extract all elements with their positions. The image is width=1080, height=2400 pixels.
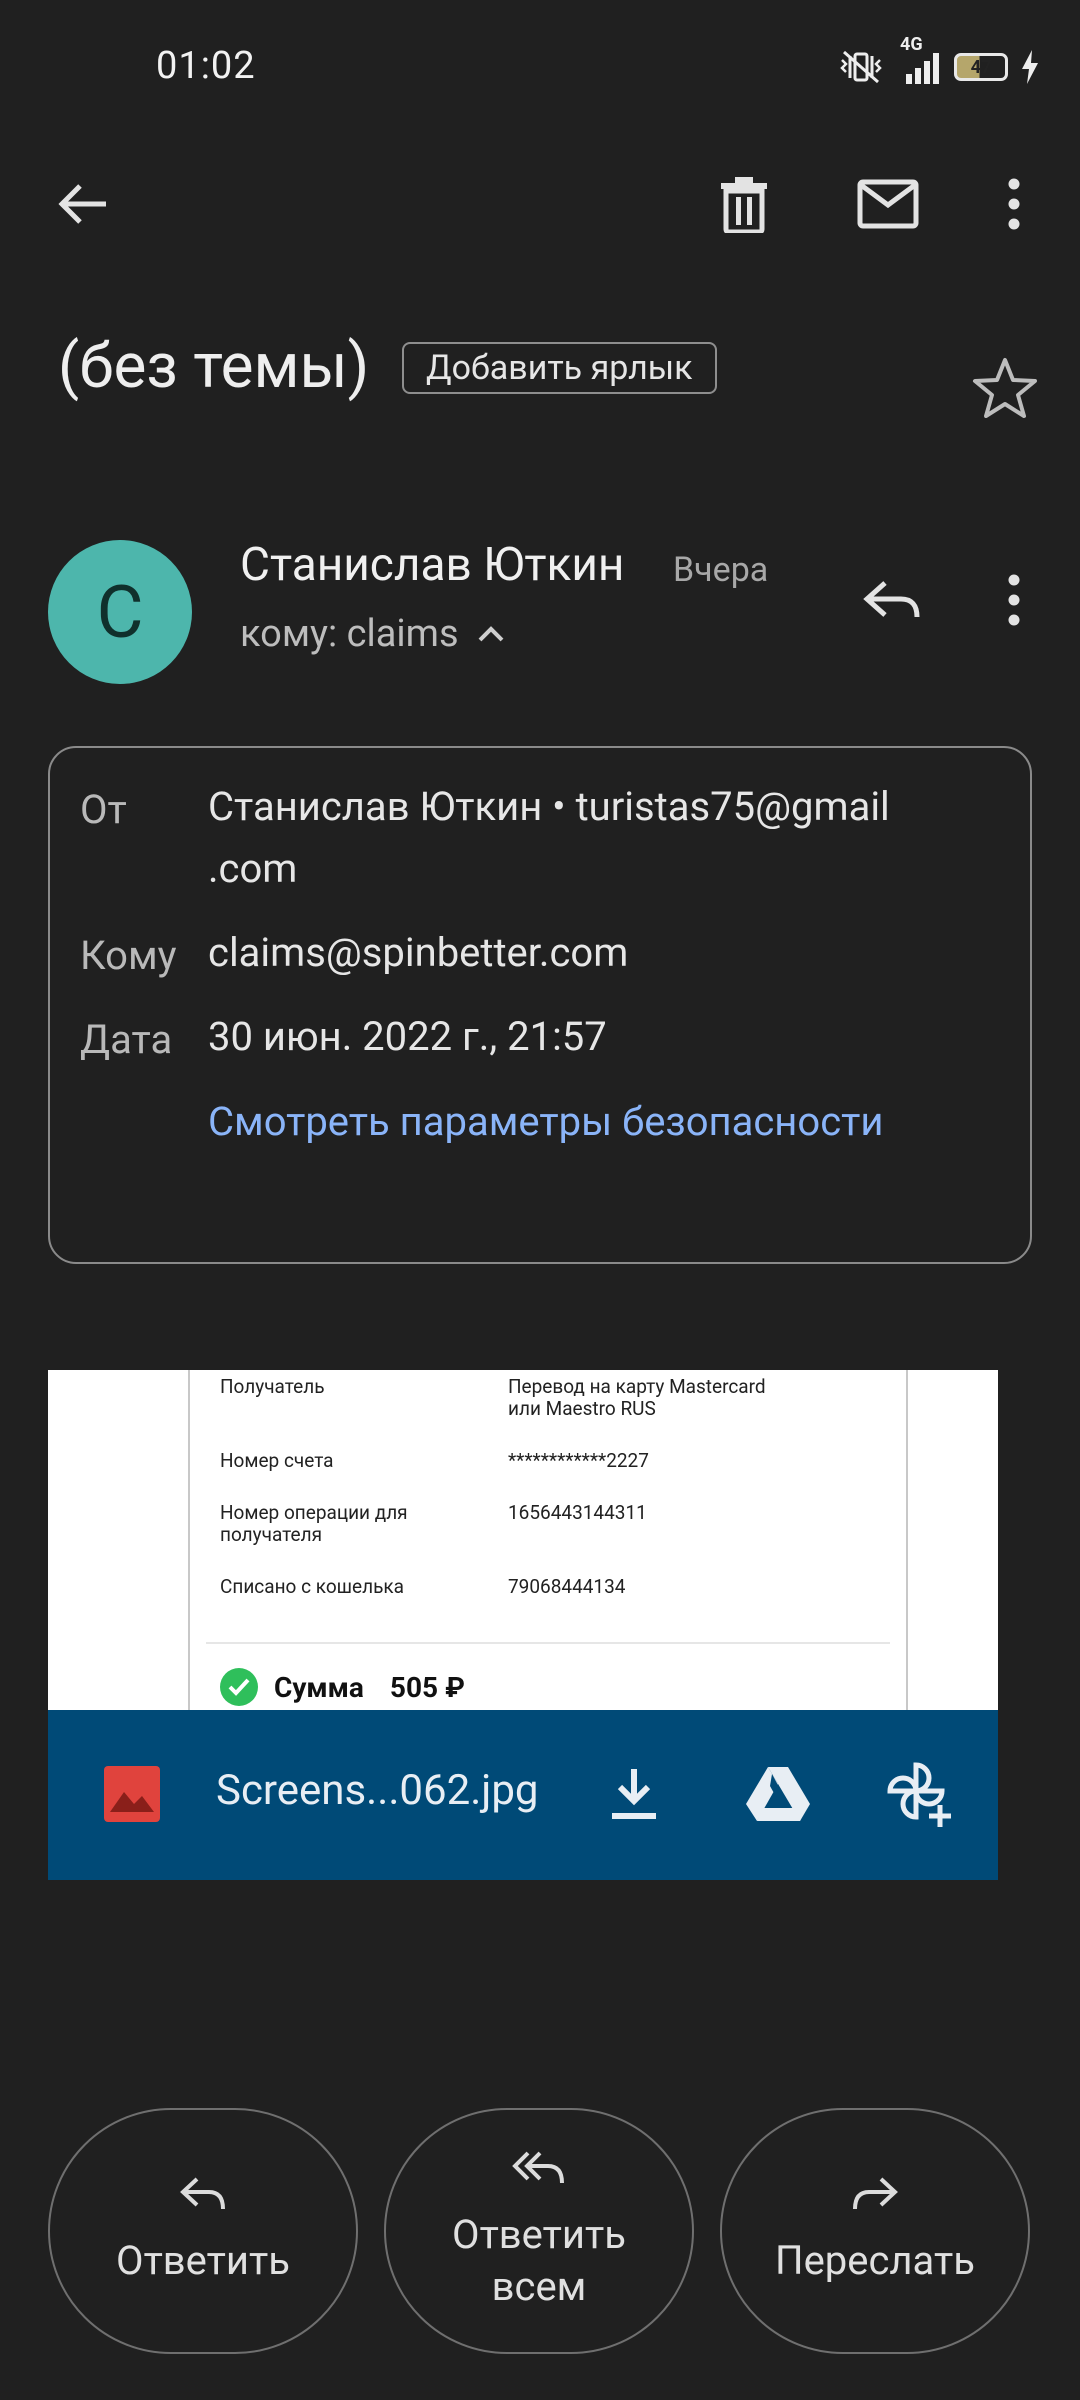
forward-button[interactable]: Переслать (720, 2108, 1030, 2354)
from-label: От (80, 786, 127, 833)
status-icons: 4G 47 (836, 34, 1040, 86)
receipt-recipient-label: Получатель (220, 1375, 325, 1398)
sender-avatar[interactable]: С (48, 540, 192, 684)
message-date-short: Вчера (673, 550, 769, 590)
reply-button-label: Ответить (116, 2237, 290, 2284)
download-button[interactable] (588, 1748, 680, 1840)
forward-icon (853, 2177, 898, 2210)
date-value: 30 июн. 2022 г., 21:57 (208, 1013, 607, 1060)
forward-button-label: Переслать (775, 2237, 975, 2284)
receipt-sum-label: Сумма (274, 1670, 364, 1704)
reply-all-button-label: Ответить всем (452, 2209, 626, 2313)
save-to-drive-button[interactable] (728, 1748, 828, 1840)
receipt-operation-value: 1656443144311 (508, 1501, 647, 1524)
mute-vibrate-icon (836, 48, 886, 86)
attachment-filename: Screens...062.jpg (216, 1766, 539, 1815)
more-vert-icon (1008, 574, 1020, 626)
sender-name: Станислав Юткин (240, 538, 625, 592)
add-to-photos-button[interactable] (870, 1746, 970, 1842)
attachment-card[interactable]: Получатель Перевод на карту Mastercard и… (48, 1370, 998, 1880)
receipt-recipient-value: Перевод на карту Mastercard или Maestro … (508, 1376, 766, 1420)
trash-icon (721, 177, 767, 233)
mark-unread-button[interactable] (840, 156, 936, 252)
recipient-toggle[interactable]: кому: claims (240, 612, 505, 656)
reply-icon (180, 2177, 225, 2210)
google-drive-icon (746, 1767, 810, 1821)
from-value-line2: .com (208, 845, 298, 892)
add-label-button[interactable]: Добавить ярлык (402, 342, 717, 394)
security-details-link[interactable]: Смотреть параметры безопасности (208, 1098, 883, 1145)
receipt-wallet-value: 79068444134 (508, 1575, 626, 1598)
star-button[interactable] (972, 356, 1038, 418)
more-options-button[interactable] (966, 156, 1062, 252)
image-file-icon (104, 1766, 160, 1822)
signal-4g-icon: 4G (898, 34, 942, 86)
reply-button[interactable]: Ответить (48, 2108, 358, 2354)
network-type: 4G (900, 34, 923, 55)
receipt-account-value: ************2227 (508, 1449, 649, 1472)
photos-pinwheel-add-icon (887, 1762, 951, 1827)
receipt-account-label: Номер счета (220, 1449, 334, 1472)
reply-all-label-line1: Ответить (452, 2211, 626, 2258)
delete-button[interactable] (696, 156, 792, 252)
mail-icon (857, 179, 919, 229)
back-button[interactable] (34, 156, 130, 252)
to-value: claims@spinbetter.com (208, 929, 629, 976)
charging-bolt-icon (1020, 50, 1040, 84)
battery-indicator: 47 (954, 53, 1008, 81)
recipient-summary-text: кому: claims (240, 612, 459, 656)
reply-all-icon (512, 2151, 564, 2184)
to-label: Кому (80, 932, 177, 979)
download-icon (612, 1769, 656, 1819)
receipt-sum-row: Сумма 505 ₽ (220, 1668, 465, 1706)
chevron-up-icon (478, 626, 504, 642)
receipt-divider (206, 1642, 890, 1644)
star-outline-icon (973, 358, 1037, 418)
check-circle-icon (220, 1668, 258, 1706)
from-value-line1: Станислав Юткин • turistas75@gmail (208, 783, 890, 830)
attachment-bar: Screens...062.jpg (48, 1710, 998, 1880)
reply-all-label-line2: всем (491, 2263, 587, 2310)
reply-icon (863, 581, 920, 618)
more-vert-icon (1008, 178, 1020, 230)
message-more-button[interactable] (966, 560, 1062, 640)
arrow-back-icon (58, 184, 106, 224)
from-value: Станислав Юткин • turistas75@gmail .com (208, 776, 890, 900)
reply-header-button[interactable] (846, 560, 938, 640)
battery-level: 47 (970, 56, 992, 78)
receipt-operation-label-line2: получателя (220, 1523, 323, 1546)
receipt-operation-label-line1: Номер операции для (220, 1501, 408, 1524)
subject-title: (без темы) (58, 330, 370, 403)
receipt-sum-value: 505 ₽ (389, 1670, 465, 1704)
receipt-recipient-value-line2: или Maestro RUS (508, 1397, 656, 1420)
attachment-preview: Получатель Перевод на карту Mastercard и… (188, 1370, 908, 1710)
message-details-panel: От Станислав Юткин • turistas75@gmail .c… (48, 746, 1032, 1264)
receipt-operation-label: Номер операции для получателя (220, 1502, 408, 1546)
status-bar: 01:02 4G 47 (0, 0, 1080, 140)
date-label: Дата (80, 1016, 173, 1063)
status-time: 01:02 (156, 44, 256, 88)
receipt-wallet-label: Списано с кошелька (220, 1575, 405, 1598)
receipt-recipient-value-line1: Перевод на карту Mastercard (508, 1375, 766, 1398)
reply-all-button[interactable]: Ответить всем (384, 2108, 694, 2354)
